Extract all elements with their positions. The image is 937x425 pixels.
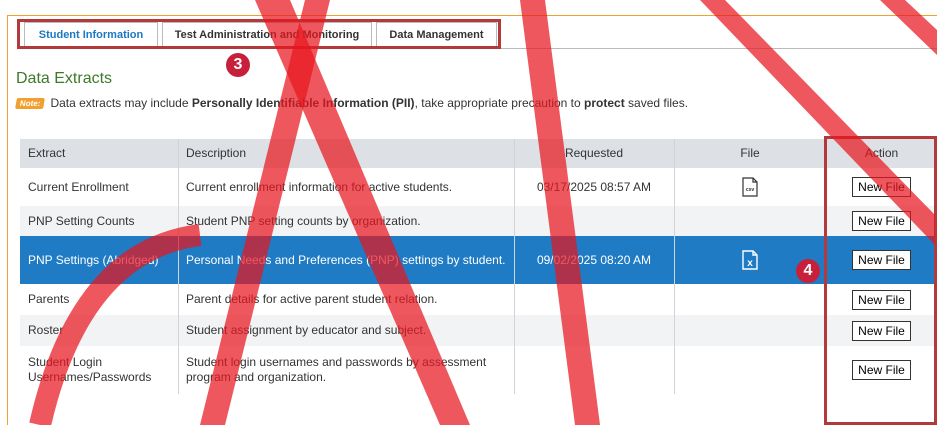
page-frame-top: [7, 15, 937, 16]
note-bold-protect: protect: [584, 96, 625, 110]
column-divider: [674, 139, 675, 394]
cell-description: Parent details for active parent student…: [186, 292, 438, 306]
cell-requested: 09/02/2025 08:20 AM: [536, 252, 652, 267]
cell-file: [674, 315, 826, 346]
cell-description: Personal Needs and Preferences (PNP) set…: [186, 252, 506, 267]
svg-text:csv: csv: [746, 187, 755, 193]
callout-badge-3: 3: [226, 53, 250, 77]
section-title: Data Extracts: [16, 70, 113, 87]
note-text-1: Data extracts may include: [50, 96, 192, 110]
svg-text:x: x: [747, 258, 753, 269]
cell-description: Student PNP setting counts by organizati…: [186, 213, 421, 228]
note-row: Note: Data extracts may include Personall…: [15, 96, 689, 110]
cell-file: [674, 206, 826, 236]
table-row: Student Login Usernames/Passwords Studen…: [20, 346, 937, 394]
cell-extract: Roster: [28, 323, 64, 337]
cell-file: csv: [674, 168, 826, 206]
cell-extract: PNP Setting Counts: [28, 213, 135, 228]
cell-file: [674, 284, 826, 315]
cell-description: Student assignment by educator and subje…: [186, 323, 427, 337]
column-divider: [178, 139, 179, 394]
column-divider: [514, 139, 515, 394]
note-text-2: , take appropriate precaution to: [414, 96, 585, 110]
table-header-row: Extract Description Requested File Actio…: [20, 139, 937, 168]
table-row: Parents Parent details for active parent…: [20, 284, 937, 315]
excel-file-icon[interactable]: x: [742, 250, 758, 270]
cell-extract: Parents: [28, 292, 70, 306]
cell-description: Current enrollment information for activ…: [186, 179, 453, 194]
cell-requested: 03/17/2025 08:57 AM: [536, 179, 652, 194]
header-extract: Extract: [28, 146, 66, 160]
cell-requested: [514, 284, 674, 315]
tabs-highlight-box: [17, 19, 501, 49]
cell-file: [674, 346, 826, 394]
cell-requested: [514, 346, 674, 394]
cell-requested: [514, 206, 674, 236]
note-tag: Note:: [15, 98, 46, 110]
page-frame-left: [7, 15, 8, 425]
action-column-highlight-box: [824, 136, 937, 425]
header-description: Description: [186, 146, 247, 160]
cell-extract: Current Enrollment: [28, 179, 129, 194]
note-text-3: saved files.: [624, 96, 689, 110]
cell-requested: [514, 315, 674, 346]
table-row: PNP Setting Counts Student PNP setting c…: [20, 206, 937, 236]
callout-badge-4: 4: [796, 259, 820, 283]
header-file: File: [740, 146, 760, 160]
watermark-stroke-far-right: [880, 0, 937, 55]
csv-file-icon[interactable]: csv: [742, 177, 758, 197]
table-row: Current Enrollment Current enrollment in…: [20, 168, 937, 206]
cell-extract: PNP Settings (Abridged): [28, 252, 159, 267]
header-requested: Requested: [564, 146, 624, 160]
cell-description: Student login usernames and passwords by…: [186, 355, 487, 384]
cell-extract: Student Login Usernames/Passwords: [28, 355, 152, 384]
table-row: Roster Student assignment by educator an…: [20, 315, 937, 346]
note-bold-pii: Personally Identifiable Information (PII…: [191, 96, 415, 110]
